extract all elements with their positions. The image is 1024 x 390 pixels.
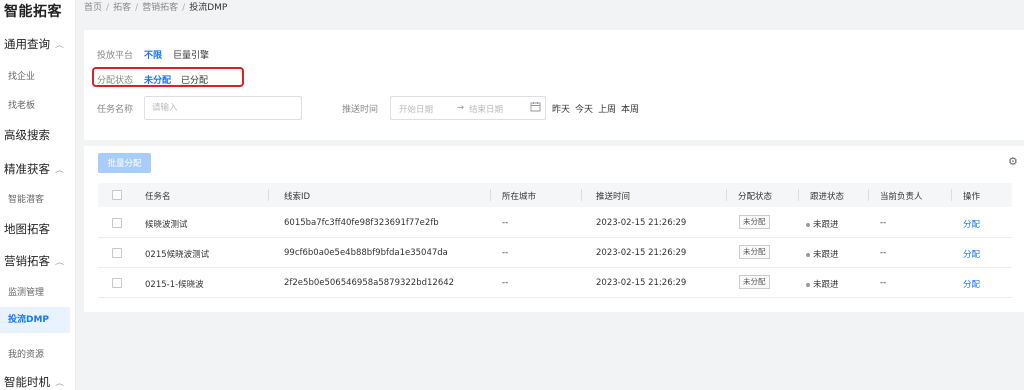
sidebar-item-dmp[interactable]: 投流DMP [0, 307, 70, 333]
header-task-name: 任务名 [145, 192, 171, 202]
gear-icon[interactable]: ⚙ [1008, 155, 1018, 168]
owner-cell: -- [880, 218, 887, 228]
breadcrumb-separator: / [182, 3, 186, 13]
quick-date-this-week[interactable]: 本周 [621, 102, 639, 115]
select-all-checkbox[interactable] [112, 190, 122, 200]
task-name-cell: 0215候晓波测试 [145, 250, 210, 260]
sidebar-item-find-company[interactable]: 找企业 [8, 69, 35, 82]
allocation-status-badge: 未分配 [739, 275, 770, 289]
table-row: 0215候晓波测试 99cf6b0a0e5e4b88bf9bfda1e35047… [98, 238, 1012, 268]
chevron-up-icon[interactable]: ︿ [55, 40, 64, 49]
city-cell: -- [502, 218, 509, 228]
follow-status-cell: 未跟进 [806, 218, 839, 230]
status-dot-icon [806, 252, 810, 257]
sidebar-item-smart-prospect[interactable]: 智能潜客 [8, 192, 44, 205]
task-name-cell: 0215-1-候晓波 [145, 280, 204, 290]
platform-label: 投放平台 [97, 51, 134, 61]
chevron-up-icon[interactable]: ︿ [55, 257, 64, 266]
table-header: 任务名 线索ID 所在城市 推送时间 分配状态 跟进状态 当前负责人 操作 [98, 183, 1012, 207]
follow-status-cell: 未跟进 [806, 278, 839, 290]
table-row: 0215-1-候晓波 2f2e5b0e506546958a5879322bd12… [98, 268, 1012, 298]
calendar-icon [530, 101, 541, 115]
task-name-label: 任务名称 [97, 105, 134, 115]
assign-link[interactable]: 分配 [963, 218, 980, 230]
status-dot-icon [806, 282, 810, 287]
header-current-owner: 当前负责人 [880, 192, 923, 202]
nav-group-timing[interactable]: 智能时机 [4, 374, 50, 390]
row-checkbox[interactable] [112, 278, 122, 288]
sidebar: 智能拓客 通用查询 ︿ 找企业 找老板 高级搜索 精准获客 ︿ 智能潜客 地图拓… [0, 0, 76, 390]
assign-link[interactable]: 分配 [963, 248, 980, 260]
task-name-input[interactable]: 请输入 [144, 96, 302, 120]
results-panel: 批量分配 ⚙ 任务名 线索ID 所在城市 推送时间 分配状态 跟进状态 当前负责… [84, 146, 1024, 312]
nav-group-marketing[interactable]: 营销拓客 [4, 253, 50, 269]
sidebar-item-my-resources[interactable]: 我的资源 [8, 347, 44, 360]
allocation-option-assigned[interactable]: 已分配 [181, 73, 208, 86]
header-allocation-status: 分配状态 [738, 192, 773, 202]
header-action: 操作 [963, 192, 981, 202]
breadcrumb-prospect[interactable]: 拓客 [113, 3, 131, 13]
quick-date-yesterday[interactable]: 昨天 [552, 102, 570, 115]
owner-cell: -- [880, 278, 887, 288]
row-checkbox[interactable] [112, 218, 122, 228]
nav-group-precise[interactable]: 精准获客 [4, 161, 50, 177]
table-row: 候晓波测试 6015ba7fc3ff40fe98f323691f77e2fb -… [98, 208, 1012, 238]
clue-id-cell: 6015ba7fc3ff40fe98f323691f77e2fb [284, 218, 439, 228]
follow-status-text: 未跟进 [813, 220, 839, 230]
sidebar-item-monitor[interactable]: 监测管理 [8, 285, 44, 298]
quick-date-today[interactable]: 今天 [575, 102, 593, 115]
platform-option-ocean-engine[interactable]: 巨量引擎 [173, 48, 209, 61]
breadcrumb: 首页 / 拓客 / 营销拓客 / 投流DMP [84, 0, 227, 13]
end-date-input[interactable]: 结束日期 [469, 103, 503, 115]
header-push-time: 推送时间 [596, 192, 631, 202]
city-cell: -- [502, 248, 509, 258]
follow-status-text: 未跟进 [813, 250, 839, 260]
batch-assign-button[interactable]: 批量分配 [98, 153, 151, 173]
row-checkbox[interactable] [112, 248, 122, 258]
header-follow-status: 跟进状态 [810, 192, 845, 202]
nav-group-advanced-search[interactable]: 高级搜索 [4, 127, 50, 143]
allocation-option-unassigned[interactable]: 未分配 [144, 73, 171, 86]
app-brand: 智能拓客 [4, 4, 62, 20]
city-cell: -- [502, 278, 509, 288]
follow-status-text: 未跟进 [813, 280, 839, 290]
breadcrumb-home[interactable]: 首页 [84, 3, 102, 13]
allocation-label: 分配状态 [97, 76, 134, 86]
chevron-up-icon[interactable]: ︿ [55, 378, 64, 387]
follow-status-cell: 未跟进 [806, 248, 839, 260]
owner-cell: -- [880, 248, 887, 258]
task-name-cell: 候晓波测试 [145, 220, 188, 230]
push-time-cell: 2023-02-15 21:26:29 [596, 218, 687, 228]
breadcrumb-separator: / [106, 3, 110, 13]
status-dot-icon [806, 222, 810, 227]
breadcrumb-current: 投流DMP [189, 3, 228, 13]
filter-panel: 投放平台 不限 巨量引擎 分配状态 未分配 已分配 任务名称 请输入 推送时间 … [84, 30, 1024, 140]
push-time-cell: 2023-02-15 21:26:29 [596, 278, 687, 288]
clue-id-cell: 99cf6b0a0e5e4b88bf9bfda1e35047da [284, 248, 448, 258]
breadcrumb-marketing[interactable]: 营销拓客 [142, 3, 178, 13]
breadcrumb-separator: / [135, 3, 139, 13]
assign-link[interactable]: 分配 [963, 278, 980, 290]
arrow-right-icon: → [457, 103, 465, 113]
date-range-picker[interactable]: 开始日期 → 结束日期 [390, 96, 546, 120]
allocation-status-badge: 未分配 [739, 215, 770, 229]
platform-option-any[interactable]: 不限 [144, 48, 162, 61]
header-city: 所在城市 [502, 192, 537, 202]
allocation-status-badge: 未分配 [739, 245, 770, 259]
push-time-label: 推送时间 [342, 105, 379, 115]
clue-id-cell: 2f2e5b0e506546958a5879322bd12642 [284, 278, 455, 288]
push-time-cell: 2023-02-15 21:26:29 [596, 248, 687, 258]
header-clue-id: 线索ID [284, 192, 311, 202]
start-date-input[interactable]: 开始日期 [399, 103, 433, 115]
quick-date-last-week[interactable]: 上周 [598, 102, 616, 115]
nav-group-general[interactable]: 通用查询 [4, 36, 50, 52]
chevron-up-icon[interactable]: ︿ [55, 165, 64, 174]
nav-group-map[interactable]: 地图拓客 [4, 221, 50, 237]
sidebar-item-find-boss[interactable]: 找老板 [8, 98, 35, 111]
